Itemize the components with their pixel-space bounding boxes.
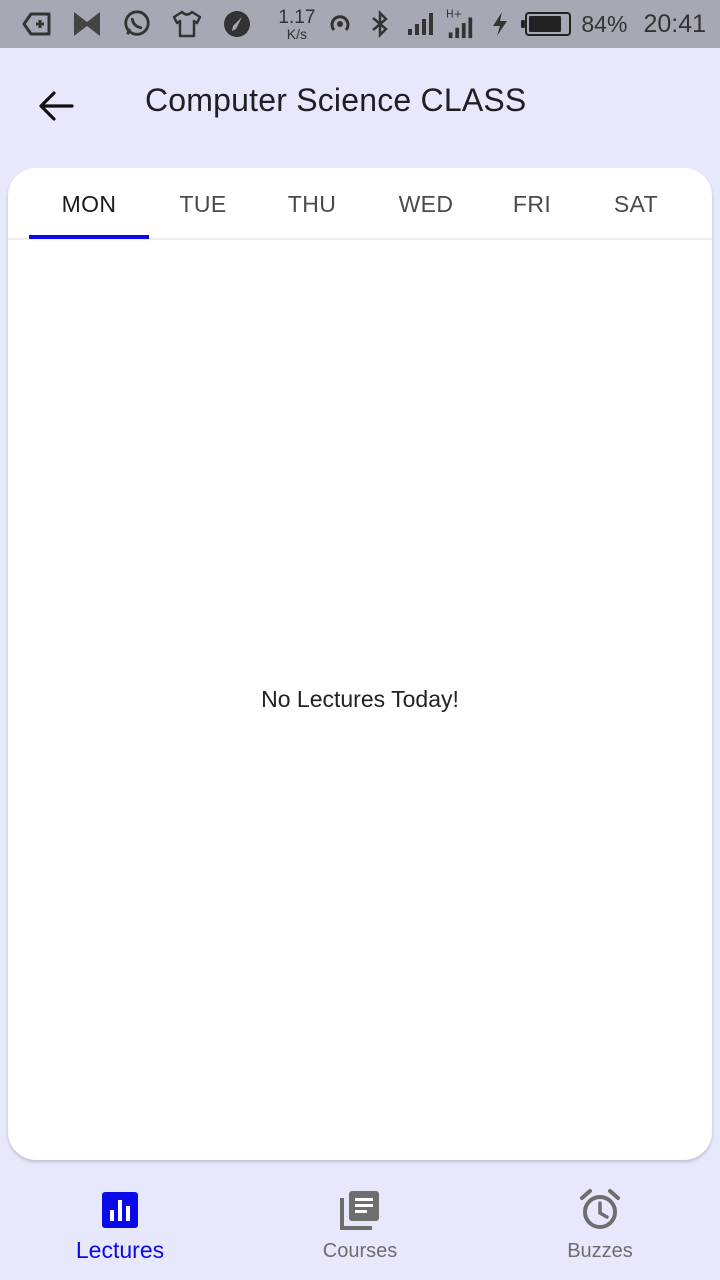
- nav-courses-label: Courses: [322, 1240, 398, 1262]
- clock: 20:41: [643, 9, 706, 38]
- nav-lectures-label: Lectures: [75, 1237, 165, 1263]
- nav-buzzes-label: Buzzes: [567, 1240, 633, 1262]
- network-speed: 1.17 K/s: [278, 8, 315, 41]
- bluetooth-icon: [365, 9, 395, 39]
- compass-icon: [222, 9, 252, 39]
- tab-mon[interactable]: MON: [29, 168, 149, 240]
- hotspot-icon: [325, 9, 355, 39]
- day-tabs: MON TUE THU WED FRI SAT: [8, 168, 712, 240]
- tab-fri[interactable]: FRI: [482, 168, 582, 240]
- charging-icon: [485, 9, 515, 39]
- alarm-icon: [578, 1188, 622, 1232]
- shirt-icon: [172, 9, 202, 39]
- network-speed-unit: K/s: [286, 25, 308, 42]
- tab-tue[interactable]: TUE: [153, 168, 253, 240]
- bottom-navigation: Lectures Courses Buzzes: [0, 1172, 720, 1280]
- tab-thu[interactable]: THU: [262, 168, 362, 240]
- nav-courses[interactable]: Courses: [280, 1172, 440, 1280]
- keyboard-icon: [22, 9, 52, 39]
- tab-wed[interactable]: WED: [376, 168, 476, 240]
- signal-hplus-icon: H+: [445, 8, 475, 39]
- battery-percent: 84%: [581, 10, 628, 37]
- arrow-back-icon: [39, 91, 74, 121]
- status-bar: 1.17 K/s H+ 84% 20:41: [0, 0, 720, 48]
- nav-buzzes[interactable]: Buzzes: [520, 1172, 680, 1280]
- library-books-icon: [338, 1188, 382, 1232]
- network-speed-value: 1.17: [278, 6, 316, 28]
- empty-state-message: No Lectures Today!: [261, 686, 459, 712]
- svg-text:H+: H+: [446, 8, 462, 20]
- back-button[interactable]: [30, 80, 82, 132]
- battery-icon: [521, 12, 572, 36]
- tab-indicator: [29, 235, 149, 239]
- nav-lectures[interactable]: Lectures: [40, 1172, 200, 1280]
- screen: 1.17 K/s H+ 84% 20:41 Computer Science C…: [0, 0, 720, 1280]
- signal-icon: [405, 9, 435, 39]
- whatsapp-icon: [122, 9, 152, 39]
- battery-fill: [529, 16, 562, 32]
- tab-sat[interactable]: SAT: [586, 168, 686, 240]
- bar-chart-icon: [98, 1188, 142, 1232]
- schedule-card: MON TUE THU WED FRI SAT No Lectures Toda…: [8, 168, 712, 1160]
- page-title: Computer Science CLASS: [145, 82, 527, 118]
- app-bar: Computer Science CLASS: [0, 48, 720, 160]
- app-icon: [72, 9, 102, 39]
